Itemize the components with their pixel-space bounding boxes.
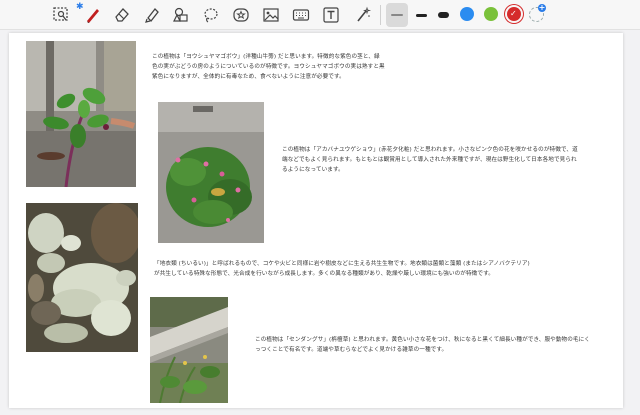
magic-wand-icon bbox=[357, 6, 372, 22]
lasso-select-icon bbox=[53, 7, 68, 21]
photo-pokeweed[interactable] bbox=[26, 41, 136, 187]
toolbar: ✱ ✓ + bbox=[0, 0, 640, 30]
text-box-icon bbox=[323, 7, 339, 23]
note-page[interactable]: この植物は「ヨウシュヤマゴボウ」(洋種山牛蒡) だと思います。特徴的な紫色の茎と… bbox=[9, 33, 623, 408]
pen-tool[interactable] bbox=[82, 4, 104, 26]
keyboard-icon bbox=[292, 9, 310, 21]
stroke-thin-button[interactable] bbox=[386, 3, 408, 27]
paragraph-pokeweed[interactable]: この植物は「ヨウシュヤマゴボウ」(洋種山牛蒡) だと思います。特徴的な紫色の茎と… bbox=[152, 52, 385, 82]
shapes-icon bbox=[173, 7, 188, 22]
stroke-thick-icon bbox=[437, 12, 449, 18]
plus-icon: + bbox=[538, 3, 546, 12]
highlighter-icon bbox=[145, 8, 159, 23]
color-green-swatch[interactable] bbox=[484, 7, 498, 21]
photo-lichen[interactable] bbox=[26, 203, 138, 352]
paragraph-beggarticks[interactable]: この植物は「センダングサ」(栴檀草) と思われます。黄色い小さな花をつけ、秋にな… bbox=[255, 335, 590, 355]
page-margin bbox=[627, 33, 640, 408]
text-box-tool[interactable] bbox=[320, 4, 342, 26]
color-red-swatch[interactable]: ✓ bbox=[507, 7, 521, 21]
sticker-icon bbox=[233, 8, 249, 22]
sticker-tool[interactable] bbox=[230, 4, 252, 26]
toolbar-divider bbox=[380, 5, 381, 25]
shapes-tool[interactable] bbox=[170, 4, 192, 26]
image-tool[interactable] bbox=[260, 4, 282, 26]
photo-beggarticks[interactable] bbox=[150, 297, 228, 403]
paragraph-pink-primrose[interactable]: この植物は「アカバナユウゲショウ」(赤花夕化粧) だと思われます。小さなピンク色… bbox=[282, 145, 582, 175]
stroke-medium-icon bbox=[415, 13, 427, 17]
lasso-select-tool[interactable] bbox=[50, 4, 72, 26]
keyboard-tool[interactable] bbox=[290, 4, 312, 26]
stroke-thick-button[interactable] bbox=[432, 4, 454, 26]
eraser-tool[interactable] bbox=[111, 4, 133, 26]
eraser-icon bbox=[115, 8, 129, 22]
check-icon: ✓ bbox=[510, 9, 517, 18]
highlighter-tool[interactable] bbox=[141, 4, 163, 26]
lasso-tool[interactable] bbox=[200, 4, 222, 26]
image-icon bbox=[263, 8, 279, 22]
photo-pink-primrose[interactable] bbox=[158, 102, 264, 243]
stroke-thin-icon bbox=[391, 14, 403, 16]
lasso-icon bbox=[204, 8, 218, 23]
pen-icon bbox=[87, 9, 99, 23]
magic-tool[interactable] bbox=[352, 4, 374, 26]
paragraph-lichen[interactable]: 「地衣類 (ちいるい)」と呼ばれるもので、コケや火ビと同様に岩や樹皮などに生える… bbox=[154, 259, 534, 279]
stroke-medium-button[interactable] bbox=[410, 4, 432, 26]
color-blue-swatch[interactable] bbox=[460, 7, 474, 21]
